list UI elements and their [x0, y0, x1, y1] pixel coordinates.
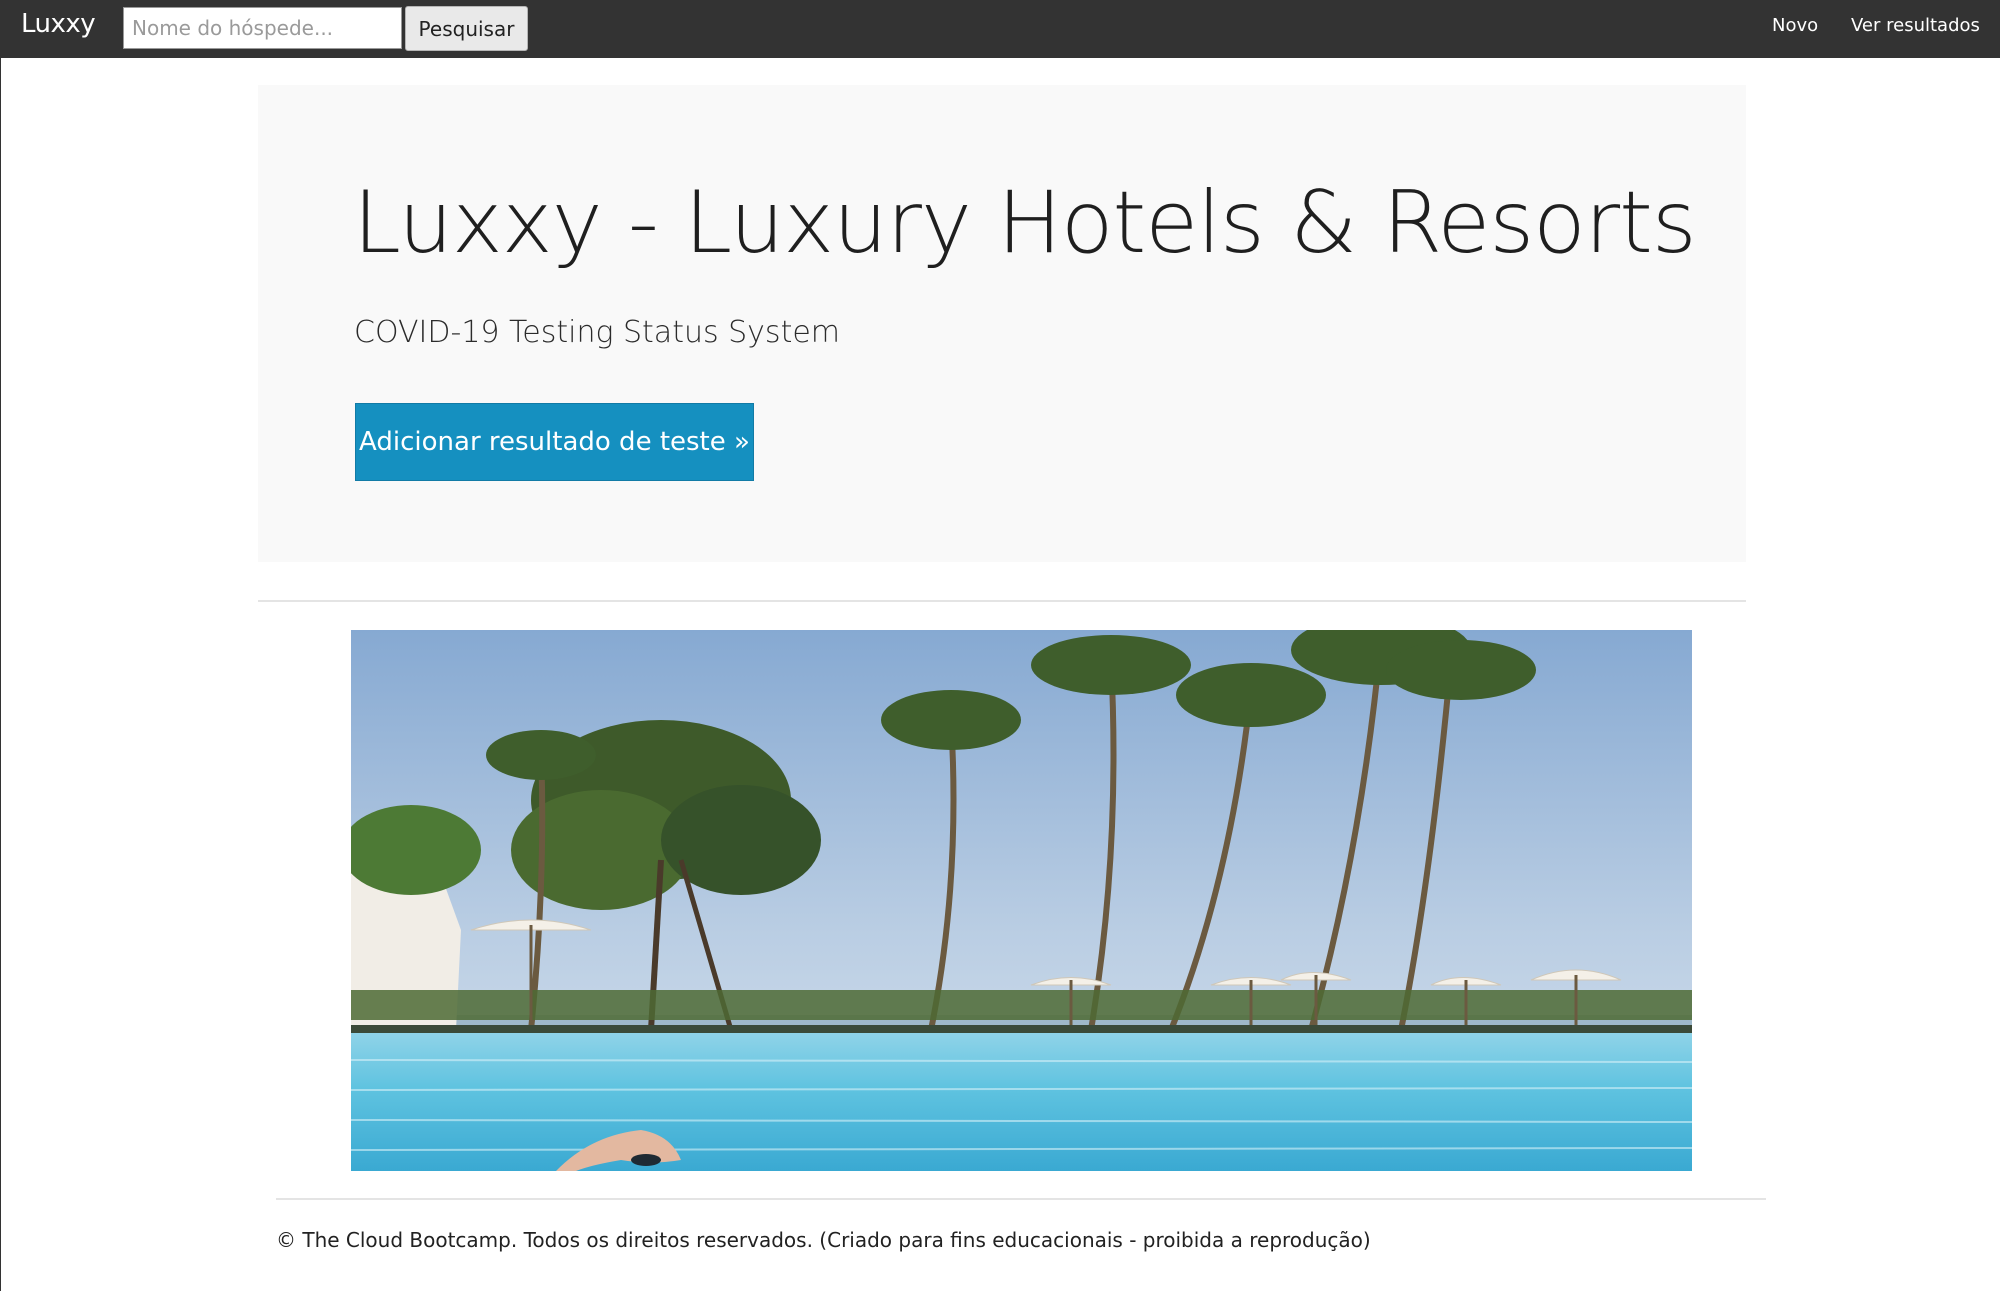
top-navbar: Luxxy Pesquisar Novo Ver resultados — [1, 0, 2000, 58]
page-subtitle: COVID-19 Testing Status System — [354, 315, 841, 350]
divider — [258, 600, 1746, 602]
nav-link-novo[interactable]: Novo — [1772, 15, 1818, 36]
page-title: Luxxy - Luxury Hotels & Resorts — [353, 173, 1697, 273]
search-button[interactable]: Pesquisar — [405, 6, 528, 51]
brand-logo[interactable]: Luxxy — [21, 9, 96, 39]
divider — [276, 1198, 1766, 1200]
jumbotron: Luxxy - Luxury Hotels & Resorts COVID-19… — [258, 85, 1746, 562]
footer-copyright: © The Cloud Bootcamp. Todos os direitos … — [276, 1228, 1371, 1252]
page: Luxxy Pesquisar Novo Ver resultados Luxx… — [0, 0, 2000, 1291]
add-test-result-button[interactable]: Adicionar resultado de teste » — [355, 403, 754, 481]
nav-link-ver-resultados[interactable]: Ver resultados — [1851, 15, 1980, 36]
resort-pool-image — [351, 630, 1692, 1171]
guest-search-input[interactable] — [123, 7, 402, 49]
